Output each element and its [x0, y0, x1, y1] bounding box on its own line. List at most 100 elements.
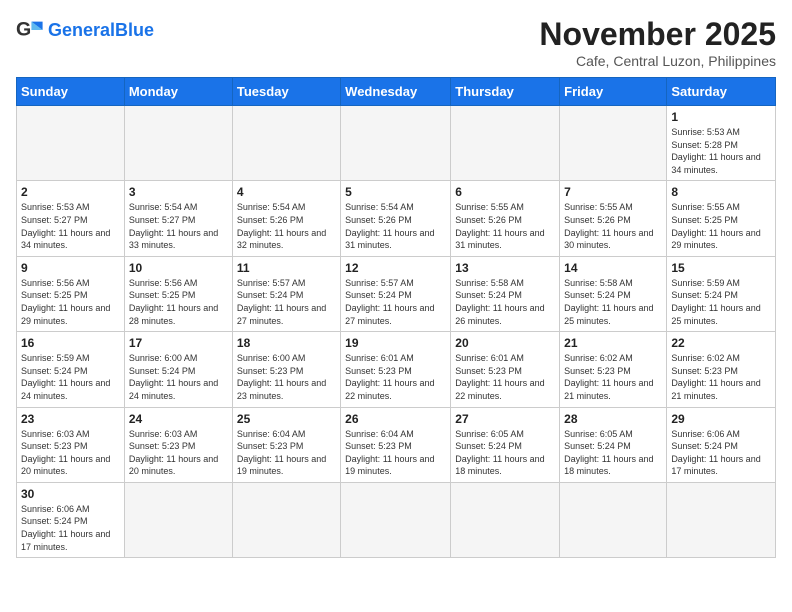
day-number: 9	[21, 261, 120, 275]
calendar-week-1: 1 Sunrise: 5:53 AMSunset: 5:28 PMDaylight…	[17, 106, 776, 181]
day-number: 21	[564, 336, 662, 350]
day-info: Sunrise: 5:59 AMSunset: 5:24 PMDaylight:…	[21, 352, 120, 402]
location-subtitle: Cafe, Central Luzon, Philippines	[539, 53, 776, 69]
day-number: 15	[671, 261, 771, 275]
day-number: 1	[671, 110, 771, 124]
day-number: 20	[455, 336, 555, 350]
day-number: 22	[671, 336, 771, 350]
day-header-sunday: Sunday	[17, 78, 125, 106]
page-header: G GeneralBlue November 2025 Cafe, Centra…	[16, 16, 776, 69]
calendar-cell: 5 Sunrise: 5:54 AMSunset: 5:26 PMDaylight…	[341, 181, 451, 256]
day-info: Sunrise: 5:58 AMSunset: 5:24 PMDaylight:…	[455, 277, 555, 327]
calendar-week-5: 23 Sunrise: 6:03 AMSunset: 5:23 PMDayligh…	[17, 407, 776, 482]
calendar-week-3: 9 Sunrise: 5:56 AMSunset: 5:25 PMDaylight…	[17, 256, 776, 331]
day-info: Sunrise: 5:54 AMSunset: 5:27 PMDaylight:…	[129, 201, 228, 251]
calendar-cell	[232, 482, 340, 557]
day-info: Sunrise: 5:55 AMSunset: 5:26 PMDaylight:…	[455, 201, 555, 251]
day-number: 5	[345, 185, 446, 199]
calendar-cell: 10 Sunrise: 5:56 AMSunset: 5:25 PMDayligh…	[124, 256, 232, 331]
calendar-cell: 13 Sunrise: 5:58 AMSunset: 5:24 PMDayligh…	[451, 256, 560, 331]
calendar-cell: 1 Sunrise: 5:53 AMSunset: 5:28 PMDaylight…	[667, 106, 776, 181]
day-header-monday: Monday	[124, 78, 232, 106]
calendar-header-row: SundayMondayTuesdayWednesdayThursdayFrid…	[17, 78, 776, 106]
day-info: Sunrise: 6:01 AMSunset: 5:23 PMDaylight:…	[345, 352, 446, 402]
day-number: 30	[21, 487, 120, 501]
calendar-cell	[341, 106, 451, 181]
day-number: 13	[455, 261, 555, 275]
calendar-cell: 25Sunrise: 6:04 AMSunset: 5:23 PMDayligh…	[232, 407, 340, 482]
day-info: Sunrise: 5:53 AMSunset: 5:28 PMDaylight:…	[671, 126, 771, 176]
day-number: 18	[237, 336, 336, 350]
calendar-cell: 16Sunrise: 5:59 AMSunset: 5:24 PMDayligh…	[17, 332, 125, 407]
calendar-cell: 23 Sunrise: 6:03 AMSunset: 5:23 PMDayligh…	[17, 407, 125, 482]
day-info: Sunrise: 5:57 AMSunset: 5:24 PMDaylight:…	[345, 277, 446, 327]
calendar-cell	[17, 106, 125, 181]
calendar-week-6: 30 Sunrise: 6:06 AMSunset: 5:24 PMDayligh…	[17, 482, 776, 557]
calendar-cell: 9Sunrise: 5:56 AMSunset: 5:25 PMDaylight…	[17, 256, 125, 331]
calendar-cell: 17 Sunrise: 6:00 AMSunset: 5:24 PMDayligh…	[124, 332, 232, 407]
day-info: Sunrise: 5:54 AMSunset: 5:26 PMDaylight:…	[237, 201, 336, 251]
calendar-cell: 6Sunrise: 5:55 AMSunset: 5:26 PMDaylight…	[451, 181, 560, 256]
day-info: Sunrise: 5:54 AMSunset: 5:26 PMDaylight:…	[345, 201, 446, 251]
day-number: 29	[671, 412, 771, 426]
day-info: Sunrise: 6:03 AMSunset: 5:23 PMDaylight:…	[129, 428, 228, 478]
day-number: 27	[455, 412, 555, 426]
day-number: 10	[129, 261, 228, 275]
calendar-cell: 7Sunrise: 5:55 AMSunset: 5:26 PMDaylight…	[560, 181, 667, 256]
day-header-saturday: Saturday	[667, 78, 776, 106]
calendar-cell: 2 Sunrise: 5:53 AMSunset: 5:27 PMDaylight…	[17, 181, 125, 256]
day-info: Sunrise: 6:06 AMSunset: 5:24 PMDaylight:…	[21, 503, 120, 553]
title-block: November 2025 Cafe, Central Luzon, Phili…	[539, 16, 776, 69]
day-number: 23	[21, 412, 120, 426]
calendar-cell: 21 Sunrise: 6:02 AMSunset: 5:23 PMDayligh…	[560, 332, 667, 407]
day-info: Sunrise: 5:57 AMSunset: 5:24 PMDaylight:…	[237, 277, 336, 327]
day-info: Sunrise: 6:05 AMSunset: 5:24 PMDaylight:…	[564, 428, 662, 478]
calendar-week-2: 2 Sunrise: 5:53 AMSunset: 5:27 PMDaylight…	[17, 181, 776, 256]
month-title: November 2025	[539, 16, 776, 53]
day-info: Sunrise: 6:02 AMSunset: 5:23 PMDaylight:…	[564, 352, 662, 402]
day-header-friday: Friday	[560, 78, 667, 106]
day-info: Sunrise: 6:01 AMSunset: 5:23 PMDaylight:…	[455, 352, 555, 402]
day-number: 17	[129, 336, 228, 350]
calendar-cell: 4 Sunrise: 5:54 AMSunset: 5:26 PMDaylight…	[232, 181, 340, 256]
calendar-cell	[341, 482, 451, 557]
day-info: Sunrise: 6:00 AMSunset: 5:24 PMDaylight:…	[129, 352, 228, 402]
calendar-cell	[232, 106, 340, 181]
day-number: 4	[237, 185, 336, 199]
day-number: 3	[129, 185, 228, 199]
day-info: Sunrise: 6:05 AMSunset: 5:24 PMDaylight:…	[455, 428, 555, 478]
day-number: 2	[21, 185, 120, 199]
calendar-cell: 15 Sunrise: 5:59 AMSunset: 5:24 PMDayligh…	[667, 256, 776, 331]
calendar-cell: 24 Sunrise: 6:03 AMSunset: 5:23 PMDayligh…	[124, 407, 232, 482]
calendar-cell: 20 Sunrise: 6:01 AMSunset: 5:23 PMDayligh…	[451, 332, 560, 407]
day-info: Sunrise: 5:56 AMSunset: 5:25 PMDaylight:…	[129, 277, 228, 327]
calendar-cell: 14Sunrise: 5:58 AMSunset: 5:24 PMDayligh…	[560, 256, 667, 331]
calendar-cell	[667, 482, 776, 557]
calendar-cell	[451, 106, 560, 181]
day-info: Sunrise: 5:53 AMSunset: 5:27 PMDaylight:…	[21, 201, 120, 251]
day-info: Sunrise: 6:04 AMSunset: 5:23 PMDaylight:…	[237, 428, 336, 478]
calendar-cell: 22 Sunrise: 6:02 AMSunset: 5:23 PMDayligh…	[667, 332, 776, 407]
svg-text:G: G	[16, 19, 31, 41]
day-header-wednesday: Wednesday	[341, 78, 451, 106]
calendar-cell	[124, 482, 232, 557]
calendar-cell: 11Sunrise: 5:57 AMSunset: 5:24 PMDayligh…	[232, 256, 340, 331]
logo-icon: G	[16, 16, 44, 44]
calendar-cell	[124, 106, 232, 181]
calendar-cell: 29Sunrise: 6:06 AMSunset: 5:24 PMDayligh…	[667, 407, 776, 482]
day-info: Sunrise: 5:58 AMSunset: 5:24 PMDaylight:…	[564, 277, 662, 327]
logo-text: GeneralBlue	[48, 21, 154, 39]
calendar-cell	[560, 482, 667, 557]
calendar-cell: 19 Sunrise: 6:01 AMSunset: 5:23 PMDayligh…	[341, 332, 451, 407]
day-number: 7	[564, 185, 662, 199]
day-info: Sunrise: 6:02 AMSunset: 5:23 PMDaylight:…	[671, 352, 771, 402]
day-number: 28	[564, 412, 662, 426]
day-number: 19	[345, 336, 446, 350]
day-info: Sunrise: 5:59 AMSunset: 5:24 PMDaylight:…	[671, 277, 771, 327]
day-info: Sunrise: 5:55 AMSunset: 5:25 PMDaylight:…	[671, 201, 771, 251]
logo-general: General	[48, 20, 115, 40]
calendar-cell: 27 Sunrise: 6:05 AMSunset: 5:24 PMDayligh…	[451, 407, 560, 482]
calendar-cell: 18Sunrise: 6:00 AMSunset: 5:23 PMDayligh…	[232, 332, 340, 407]
day-info: Sunrise: 6:03 AMSunset: 5:23 PMDaylight:…	[21, 428, 120, 478]
day-number: 24	[129, 412, 228, 426]
